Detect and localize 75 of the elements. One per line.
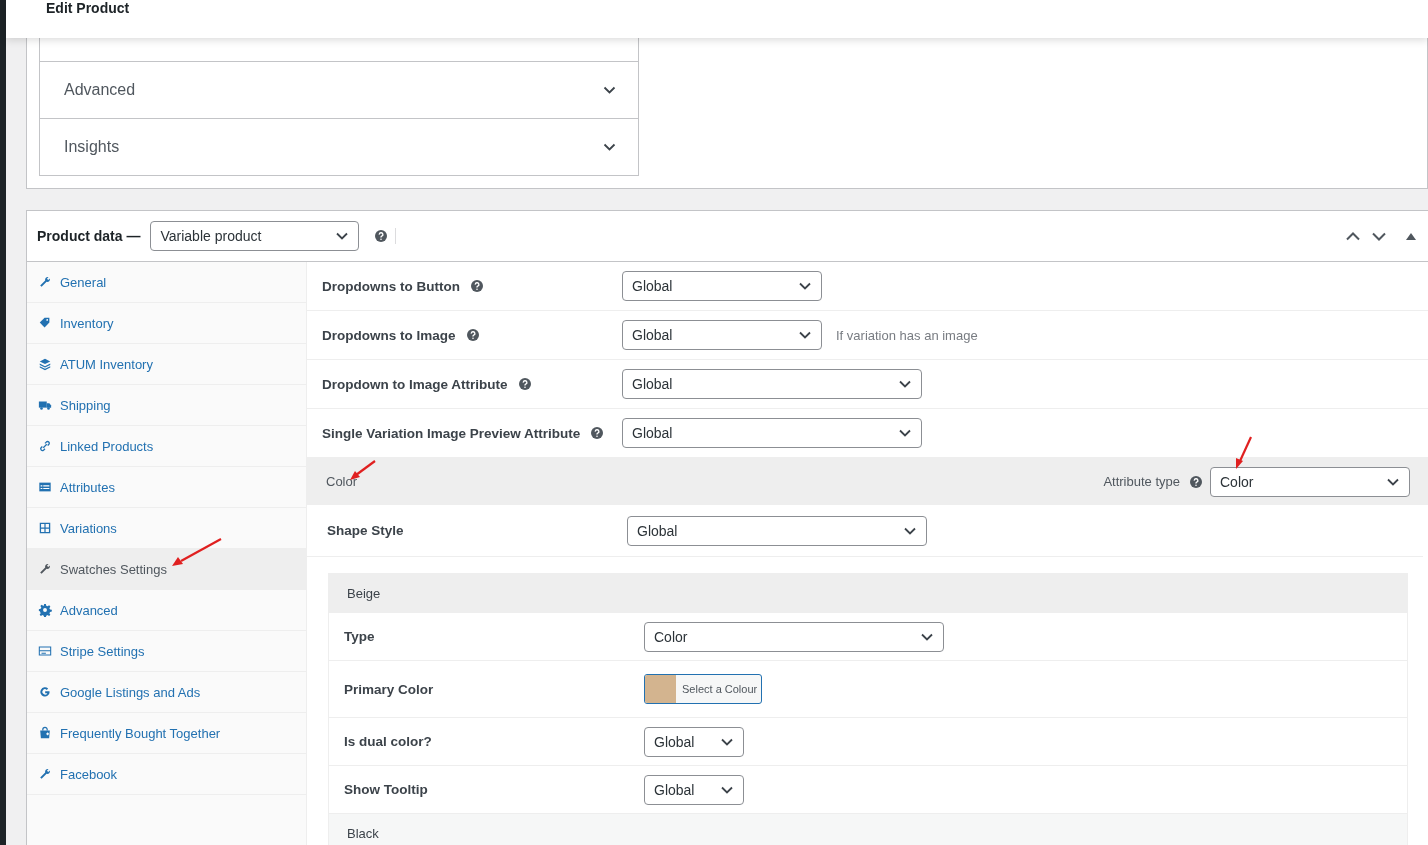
setting-label: Single Variation Image Preview Attribute xyxy=(322,425,581,441)
accordion-header[interactable]: Insights xyxy=(40,118,638,175)
field-label: Is dual color? xyxy=(344,734,432,749)
select-field[interactable]: Global xyxy=(622,418,922,448)
select-field[interactable]: Global xyxy=(622,369,922,399)
chevron-down-icon xyxy=(721,785,733,794)
sidebar-tab[interactable]: Frequently Bought Together xyxy=(27,713,306,754)
sidebar-tab[interactable]: Swatches Settings xyxy=(27,549,306,590)
chevron-down-icon xyxy=(899,429,911,437)
product-data-label: Product data — xyxy=(37,228,141,244)
accordion-header[interactable]: Advanced xyxy=(40,61,638,118)
help-icon xyxy=(470,280,483,292)
field-label: Type xyxy=(344,629,375,644)
link-icon xyxy=(38,439,52,453)
list-card-icon xyxy=(38,480,52,494)
select-field[interactable]: Global xyxy=(622,271,822,301)
sidebar-tab[interactable]: ATUM Inventory xyxy=(27,344,306,385)
color-picker-button[interactable]: Select a Colour xyxy=(644,674,762,704)
setting-label: Dropdowns to Button xyxy=(322,278,460,294)
help-icon xyxy=(466,329,479,341)
help-icon xyxy=(591,427,604,439)
chevron-down-icon[interactable] xyxy=(1372,231,1386,241)
help-icon xyxy=(1190,475,1202,488)
help-icon xyxy=(375,230,388,242)
tag-icon xyxy=(38,316,52,330)
chevron-down-icon xyxy=(799,331,811,339)
attribute-name: Color xyxy=(326,474,358,489)
chevron-down-icon xyxy=(336,232,349,240)
chevron-down-icon xyxy=(899,380,911,388)
sidebar-tab[interactable]: Inventory xyxy=(27,303,306,344)
wrench-icon xyxy=(38,767,52,781)
chevron-down-icon xyxy=(1387,477,1399,486)
product-type-select[interactable]: Variable product xyxy=(150,221,360,251)
term-header[interactable]: Black xyxy=(329,814,1407,845)
grid-icon xyxy=(38,521,52,535)
attribute-type-label: Attribute type xyxy=(1103,474,1180,489)
term-header[interactable]: Beige xyxy=(329,574,1407,613)
sidebar-tab[interactable]: Advanced xyxy=(27,590,306,631)
sidebar-tab[interactable]: Google Listings and Ads xyxy=(27,672,306,713)
g-logo-icon xyxy=(38,685,52,699)
setting-label: Dropdown to Image Attribute xyxy=(322,376,508,392)
chevron-down-icon xyxy=(603,143,616,151)
page-title: Edit Product xyxy=(46,0,130,17)
card-icon xyxy=(38,644,52,658)
field-label: Primary Color xyxy=(344,681,434,697)
help-icon xyxy=(518,378,531,390)
select-field[interactable]: Global xyxy=(627,515,927,546)
attribute-type-select[interactable]: Color xyxy=(1210,466,1410,497)
chevron-down-icon xyxy=(721,737,733,746)
sidebar-tab[interactable]: Stripe Settings xyxy=(27,631,306,672)
select-field[interactable]: Global xyxy=(644,774,744,805)
sidebar-tab[interactable]: General xyxy=(27,262,306,303)
sidebar-tab[interactable]: Shipping xyxy=(27,385,306,426)
chevron-down-icon xyxy=(799,282,811,290)
setting-label: Dropdowns to Image xyxy=(322,327,456,343)
wrench-icon xyxy=(38,275,52,289)
gear-icon xyxy=(38,603,52,617)
sidebar-tab[interactable]: Facebook xyxy=(27,754,306,795)
setting-label: Shape Style xyxy=(327,523,404,538)
chevron-down-icon xyxy=(921,632,933,641)
sidebar-tab[interactable]: Attributes xyxy=(27,467,306,508)
select-field[interactable]: Global xyxy=(644,726,744,757)
chevron-down-icon xyxy=(904,526,916,535)
select-field[interactable]: Global xyxy=(622,320,822,350)
wrench-icon xyxy=(38,562,52,576)
chevron-up-icon[interactable] xyxy=(1346,231,1360,241)
sidebar-tab[interactable]: Linked Products xyxy=(27,426,306,467)
collapse-triangle-icon[interactable] xyxy=(1406,232,1416,240)
chevron-down-icon xyxy=(603,86,616,94)
layers-icon xyxy=(38,357,52,371)
field-label: Show Tooltip xyxy=(344,782,428,797)
annotation-arrow xyxy=(170,537,224,569)
select-field[interactable]: Color xyxy=(644,621,944,652)
hint-text: If variation has an image xyxy=(836,327,978,343)
shopping-bag-icon xyxy=(38,726,52,740)
